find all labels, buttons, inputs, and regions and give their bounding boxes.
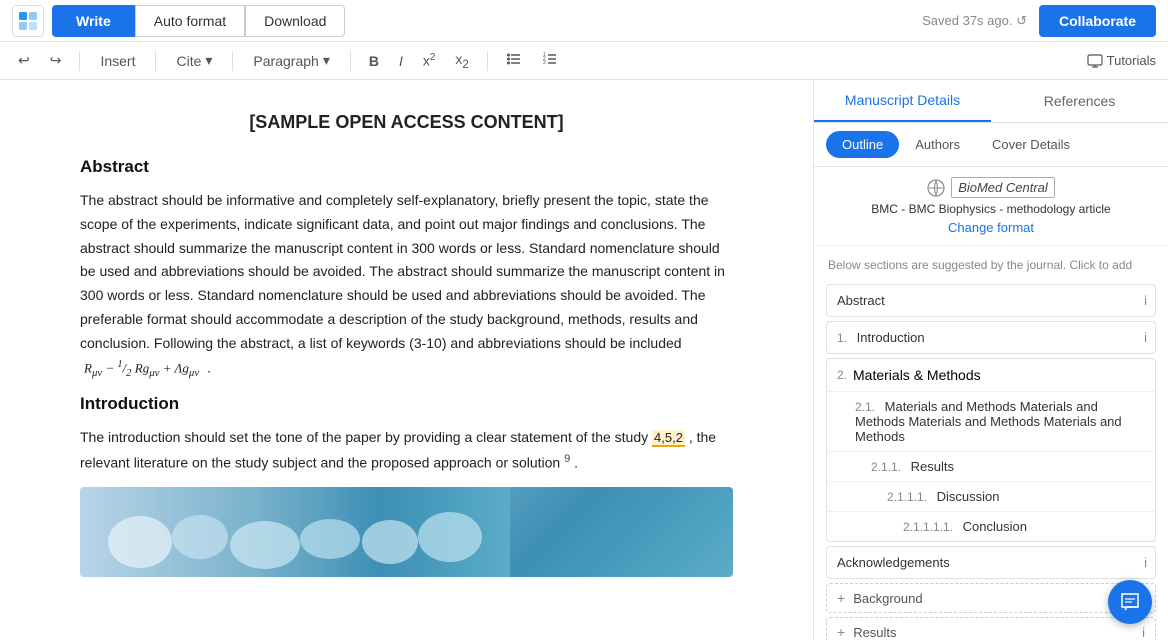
saved-status: Saved 37s ago. ↺ [922, 13, 1027, 29]
citation-plain: 9 [564, 453, 570, 465]
paragraph-arrow: ▾ [323, 52, 330, 69]
outline-subsection-21: 2.1. Materials and Methods Materials and… [827, 391, 1155, 451]
sub-tabs: Outline Authors Cover Details [814, 123, 1168, 167]
cite-dropdown[interactable]: Cite ▾ [168, 48, 220, 73]
insert-dropdown[interactable]: Insert [92, 49, 143, 73]
subtab-outline[interactable]: Outline [826, 131, 899, 158]
list-unordered-button[interactable] [500, 47, 528, 74]
download-button[interactable]: Download [245, 5, 345, 37]
tutorials-label: Tutorials [1107, 53, 1156, 68]
plus-icon-background: + [837, 590, 845, 606]
tab-manuscript[interactable]: Manuscript Details [814, 80, 991, 122]
subtab-authors[interactable]: Authors [899, 131, 976, 158]
list-ordered-button[interactable]: 123 [536, 47, 564, 74]
image-placeholder [80, 487, 733, 577]
citation-highlight: 4,5,2 [652, 430, 685, 447]
outline-section-ack: Acknowledgements i [826, 546, 1156, 579]
collaborate-button[interactable]: Collaborate [1039, 5, 1156, 37]
results-label: Results [853, 625, 896, 640]
biomed-logo: BioMed Central [951, 177, 1055, 198]
panel-tabs: Manuscript Details References [814, 80, 1168, 123]
outline-scroll[interactable]: Below sections are suggested by the jour… [814, 246, 1168, 640]
cite-arrow: ▾ [205, 52, 212, 69]
intro-section-info[interactable]: i [1136, 326, 1155, 349]
formula: Rμν − 1/2 Rgμν + Λgμν [84, 356, 199, 382]
outline-subsection-211: 2.1.1. Results [827, 451, 1155, 481]
toolbar-sep-3 [232, 51, 233, 71]
abstract-section-label: Abstract [837, 293, 885, 308]
methods-section-label: Materials & Methods [853, 367, 981, 383]
top-nav-right: Saved 37s ago. ↺ Collaborate [922, 5, 1156, 37]
italic-button[interactable]: I [393, 49, 409, 73]
abstract-section-info[interactable]: i [1136, 289, 1155, 312]
toolbar-sep-4 [350, 51, 351, 71]
toolbar-sep-5 [487, 51, 488, 71]
write-format-group: Write Auto format Download [52, 5, 345, 37]
outline-subsection-21111: 2.1.1.1.1. Conclusion [827, 511, 1155, 541]
outline-section-methods: 2. Materials & Methods [827, 359, 1155, 391]
plus-icon-results: + [837, 624, 845, 640]
ack-section-label: Acknowledgements [837, 555, 950, 570]
cite-label: Cite [176, 53, 201, 69]
superscript-button[interactable]: x2 [417, 48, 442, 73]
change-format-link[interactable]: Change format [948, 220, 1034, 235]
toolbar-sep-2 [155, 51, 156, 71]
paragraph-dropdown[interactable]: Paragraph ▾ [245, 48, 337, 73]
write-button[interactable]: Write [52, 5, 135, 37]
intro-heading: Introduction [80, 394, 733, 414]
subtab-cover[interactable]: Cover Details [976, 131, 1086, 158]
svg-text:3: 3 [543, 60, 546, 66]
ack-section-info[interactable]: i [1136, 551, 1155, 574]
undo-button[interactable]: ↩ [12, 48, 36, 73]
paragraph-label: Paragraph [253, 53, 318, 69]
outline-section-intro: 1. Introduction i [826, 321, 1156, 354]
insert-label: Insert [100, 53, 135, 69]
results-info[interactable]: i [1142, 625, 1145, 640]
subscript-button[interactable]: x2 [449, 47, 474, 75]
autoformat-button[interactable]: Auto format [135, 5, 245, 37]
outline-add-results[interactable]: + Results i [826, 617, 1156, 640]
editor-toolbar: ↩ ↪ Insert Cite ▾ Paragraph ▾ B I x2 x2 … [0, 42, 1168, 80]
doc-title: [SAMPLE OPEN ACCESS CONTENT] [80, 112, 733, 133]
editor-area[interactable]: [SAMPLE OPEN ACCESS CONTENT] Abstract Th… [0, 80, 813, 640]
outline-section-abstract: Abstract i [826, 284, 1156, 317]
redo-button[interactable]: ↪ [44, 48, 68, 73]
journal-logo: BioMed Central [828, 177, 1154, 198]
toolbar-right: Tutorials [1087, 53, 1156, 69]
tutorials-button[interactable]: Tutorials [1087, 53, 1156, 69]
abstract-para: The abstract should be informative and c… [80, 189, 733, 382]
app-logo [12, 5, 44, 37]
tab-references[interactable]: References [991, 80, 1168, 122]
intro-section-label: Introduction [857, 330, 925, 345]
journal-info: BioMed Central BMC - BMC Biophysics - me… [814, 167, 1168, 246]
background-label: Background [853, 591, 922, 606]
chat-button[interactable] [1108, 580, 1152, 624]
top-nav: Write Auto format Download Saved 37s ago… [0, 0, 1168, 42]
abstract-heading: Abstract [80, 157, 733, 177]
intro-text-3: . [574, 454, 578, 470]
outline-add-background[interactable]: + Background i [826, 583, 1156, 613]
bold-button[interactable]: B [363, 49, 385, 73]
right-panel: Manuscript Details References Outline Au… [813, 80, 1168, 640]
main-layout: [SAMPLE OPEN ACCESS CONTENT] Abstract Th… [0, 80, 1168, 640]
outline-hint: Below sections are suggested by the jour… [826, 254, 1156, 276]
intro-para: The introduction should set the tone of … [80, 426, 733, 475]
journal-name: BMC - BMC Biophysics - methodology artic… [828, 202, 1154, 216]
outline-subsection-2111: 2.1.1.1. Discussion [827, 481, 1155, 511]
top-nav-left: Write Auto format Download [12, 5, 345, 37]
toolbar-sep-1 [79, 51, 80, 71]
intro-text-1: The introduction should set the tone of … [80, 429, 648, 445]
